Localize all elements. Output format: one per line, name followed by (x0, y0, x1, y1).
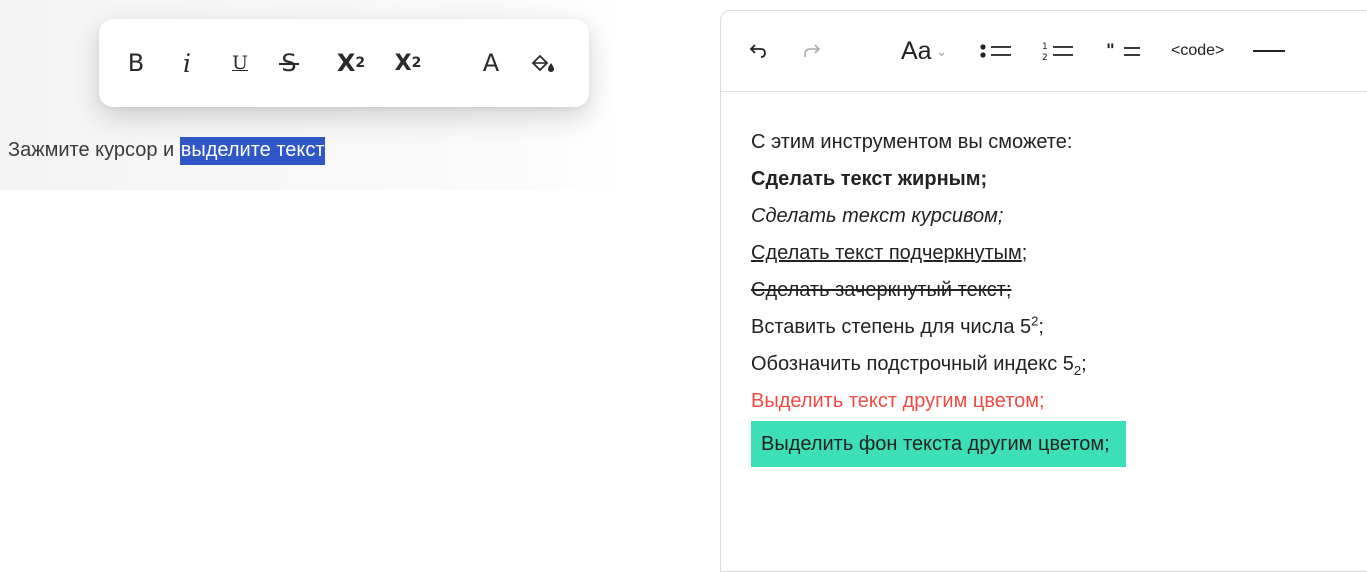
underline-suffix: ; (1021, 242, 1028, 264)
code-button[interactable]: <code> (1171, 11, 1224, 91)
highlighted-text-line: Выделить фон текста другим цветом; (751, 420, 1351, 467)
redo-icon (804, 44, 821, 57)
subscript-button[interactable]: X2 (385, 19, 431, 107)
strike-line-text: Сделать зачеркнутый текст; (751, 279, 1012, 301)
italic-line: Сделать текст курсивом; (751, 205, 1004, 227)
editor-toolbar: Aa ⌄ 1 2 " <code> (721, 11, 1367, 92)
redo-button[interactable] (801, 11, 821, 91)
subscript-line: Обозначить подстрочный индекс 52; (751, 346, 1351, 383)
horizontal-rule-icon (1253, 50, 1285, 52)
italic-button[interactable]: i (174, 19, 200, 107)
demo-text-plain: Зажмите курсор и (8, 139, 180, 161)
highlighted-text: Выделить фон текста другим цветом; (751, 421, 1126, 467)
superscript-base: X (336, 49, 356, 77)
superscript-prefix: Вставить степень для числа 5 (751, 316, 1032, 338)
numbered-list-icon: 1 2 (1042, 42, 1073, 62)
floating-format-toolbar: B i U S X2 X2 A (99, 19, 589, 107)
bullet-list-button[interactable] (979, 11, 1013, 91)
floating-toolbar-demo: B i U S X2 X2 A Зажмите курсор и выделит… (0, 0, 622, 190)
bullet-list-icon (980, 44, 1011, 58)
svg-text:": " (1106, 41, 1115, 61)
subscript-prefix: Обозначить подстрочный индекс 5 (751, 353, 1074, 375)
bold-button[interactable]: B (121, 19, 151, 107)
undo-icon (749, 44, 766, 58)
numbered-list-button[interactable]: 1 2 (1041, 11, 1075, 91)
underline-button[interactable]: U (227, 19, 253, 107)
superscript-line: Вставить степень для числа 52; (751, 309, 1351, 346)
font-size-dropdown[interactable]: Aa ⌄ (901, 11, 947, 91)
intro-line: С этим инструментом вы сможете: (751, 131, 1073, 153)
strike-glyph: S (279, 49, 299, 77)
quote-button[interactable]: " (1106, 11, 1142, 91)
superscript-button[interactable]: X2 (326, 19, 376, 107)
quote-icon: " (1106, 41, 1140, 61)
bold-line: Сделать текст жирным; (751, 168, 988, 190)
background-color-button[interactable] (525, 19, 561, 107)
horizontal-rule-button[interactable] (1253, 11, 1293, 91)
svg-text:1: 1 (1042, 42, 1048, 52)
demo-selected-text[interactable]: выделите текст (179, 137, 325, 165)
underline-line: Сделать текст подчеркнутым; (751, 235, 1351, 272)
underlined-text: Сделать текст подчеркнутым (751, 242, 1022, 264)
subscript-suffix: ; (1081, 353, 1087, 375)
subscript-base: X (394, 50, 412, 76)
font-size-label: Aa (901, 36, 932, 65)
svg-text:2: 2 (1042, 53, 1048, 62)
text-color-button[interactable]: A (477, 19, 505, 107)
rich-text-editor: Aa ⌄ 1 2 " <code> С этим инструментом вы… (720, 10, 1367, 572)
editor-content[interactable]: С этим инструментом вы сможете: Сделать … (751, 124, 1351, 467)
demo-instruction[interactable]: Зажмите курсор и выделите текст (8, 132, 325, 168)
superscript-suffix: ; (1038, 316, 1044, 338)
paint-bucket-icon (531, 54, 554, 72)
chevron-down-icon: ⌄ (935, 42, 948, 59)
strikethrough-button[interactable]: S (275, 19, 303, 107)
strike-line (279, 63, 299, 65)
colored-text-line: Выделить текст другим цветом; (751, 390, 1045, 412)
undo-button[interactable] (749, 11, 769, 91)
